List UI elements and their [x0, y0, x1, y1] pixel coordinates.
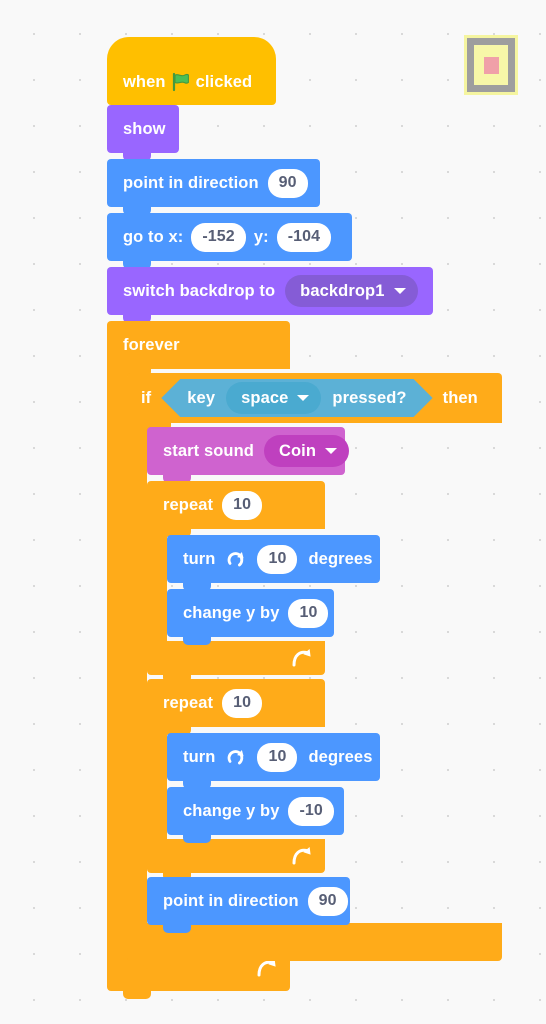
switch-backdrop-dropdown[interactable]: backdrop1 [285, 275, 418, 307]
block-if-then-top[interactable]: if key space pressed? then [127, 373, 502, 431]
key-pressed-dropdown[interactable]: space [226, 382, 321, 414]
turn-clockwise-icon [225, 746, 247, 768]
switch-backdrop-label: switch backdrop to [123, 281, 276, 300]
show-label: show [123, 119, 166, 138]
block-point-in-direction-2[interactable]: point in direction 90 [147, 877, 350, 933]
forever-label: forever [123, 335, 180, 354]
repeat-1-label: repeat [163, 495, 214, 514]
block-turn-clockwise-2[interactable]: turn 10 degrees [167, 733, 380, 789]
block-start-sound[interactable]: start sound Coin [147, 427, 350, 483]
loop-arrow-icon [290, 845, 314, 871]
block-repeat-1-top[interactable]: repeat 10 [147, 481, 325, 537]
turn-1-label: turn [183, 549, 216, 568]
green-flag-icon [170, 71, 192, 93]
point-in-direction-label: point in direction [123, 173, 259, 192]
go-to-y-label: y: [253, 227, 269, 246]
turn-1-unit-label: degrees [308, 549, 373, 568]
block-repeat-2-top[interactable]: repeat 10 [147, 679, 325, 735]
block-change-y-2[interactable]: change y by -10 [167, 787, 344, 843]
block-point-in-direction-1[interactable]: point in direction 90 [107, 159, 320, 215]
turn-2-label: turn [183, 747, 216, 766]
change-y-2-label: change y by [183, 801, 280, 820]
start-sound-dropdown[interactable]: Coin [263, 435, 350, 467]
when-flag-post-label: clicked [195, 72, 253, 91]
point-in-direction-2-value[interactable]: 90 [307, 886, 348, 916]
start-sound-value: Coin [278, 441, 317, 460]
repeat-2-label: repeat [163, 693, 214, 712]
repeat-2-value[interactable]: 10 [222, 688, 263, 718]
change-y-1-label: change y by [183, 603, 280, 622]
chevron-down-icon [393, 288, 406, 294]
block-repeat-1-bottom [147, 641, 325, 683]
block-switch-backdrop[interactable]: switch backdrop to backdrop1 [107, 267, 433, 323]
chevron-down-icon [297, 395, 309, 401]
block-repeat-2-bottom [147, 839, 325, 881]
block-when-flag-clicked[interactable]: when clicked [107, 37, 276, 113]
if-label: if [141, 388, 152, 407]
block-if-left-arm [127, 423, 147, 923]
start-sound-label: start sound [163, 441, 254, 460]
change-y-1-value[interactable]: 10 [288, 598, 329, 628]
block-go-to-xy[interactable]: go to x: -152 y: -104 [107, 213, 352, 269]
turn-2-value[interactable]: 10 [257, 742, 298, 772]
key-pressed-value: space [241, 388, 289, 407]
sprite-thumbnail-center [483, 56, 499, 74]
chevron-down-icon [325, 448, 338, 454]
go-to-y-value[interactable]: -104 [276, 222, 332, 252]
switch-backdrop-value: backdrop1 [300, 281, 385, 300]
block-turn-clockwise-1[interactable]: turn 10 degrees [167, 535, 380, 591]
key-pressed-post-label: pressed? [332, 388, 407, 407]
point-in-direction-2-label: point in direction [163, 891, 299, 910]
change-y-2-value[interactable]: -10 [288, 796, 334, 826]
sprite-thumbnail-inner [474, 45, 508, 85]
repeat-1-value[interactable]: 10 [222, 490, 263, 520]
block-change-y-1[interactable]: change y by 10 [167, 589, 334, 645]
go-to-x-value[interactable]: -152 [191, 222, 246, 252]
block-repeat-1-left-arm [147, 529, 167, 641]
block-forever-top[interactable]: forever [107, 321, 290, 377]
block-key-pressed[interactable]: key space pressed? [161, 379, 432, 417]
turn-clockwise-icon [225, 548, 247, 570]
go-to-x-label: go to x: [123, 227, 184, 246]
sprite-thumbnail[interactable] [464, 35, 518, 95]
block-forever-left-arm [107, 369, 127, 943]
block-show[interactable]: show [107, 105, 179, 161]
turn-2-unit-label: degrees [308, 747, 373, 766]
then-label: then [442, 388, 478, 407]
when-flag-pre-label: when [123, 72, 166, 91]
loop-arrow-icon [290, 647, 314, 673]
block-repeat-2-left-arm [147, 727, 167, 839]
turn-1-value[interactable]: 10 [257, 544, 298, 574]
key-pressed-pre-label: key [187, 388, 216, 407]
point-in-direction-value[interactable]: 90 [267, 168, 308, 198]
